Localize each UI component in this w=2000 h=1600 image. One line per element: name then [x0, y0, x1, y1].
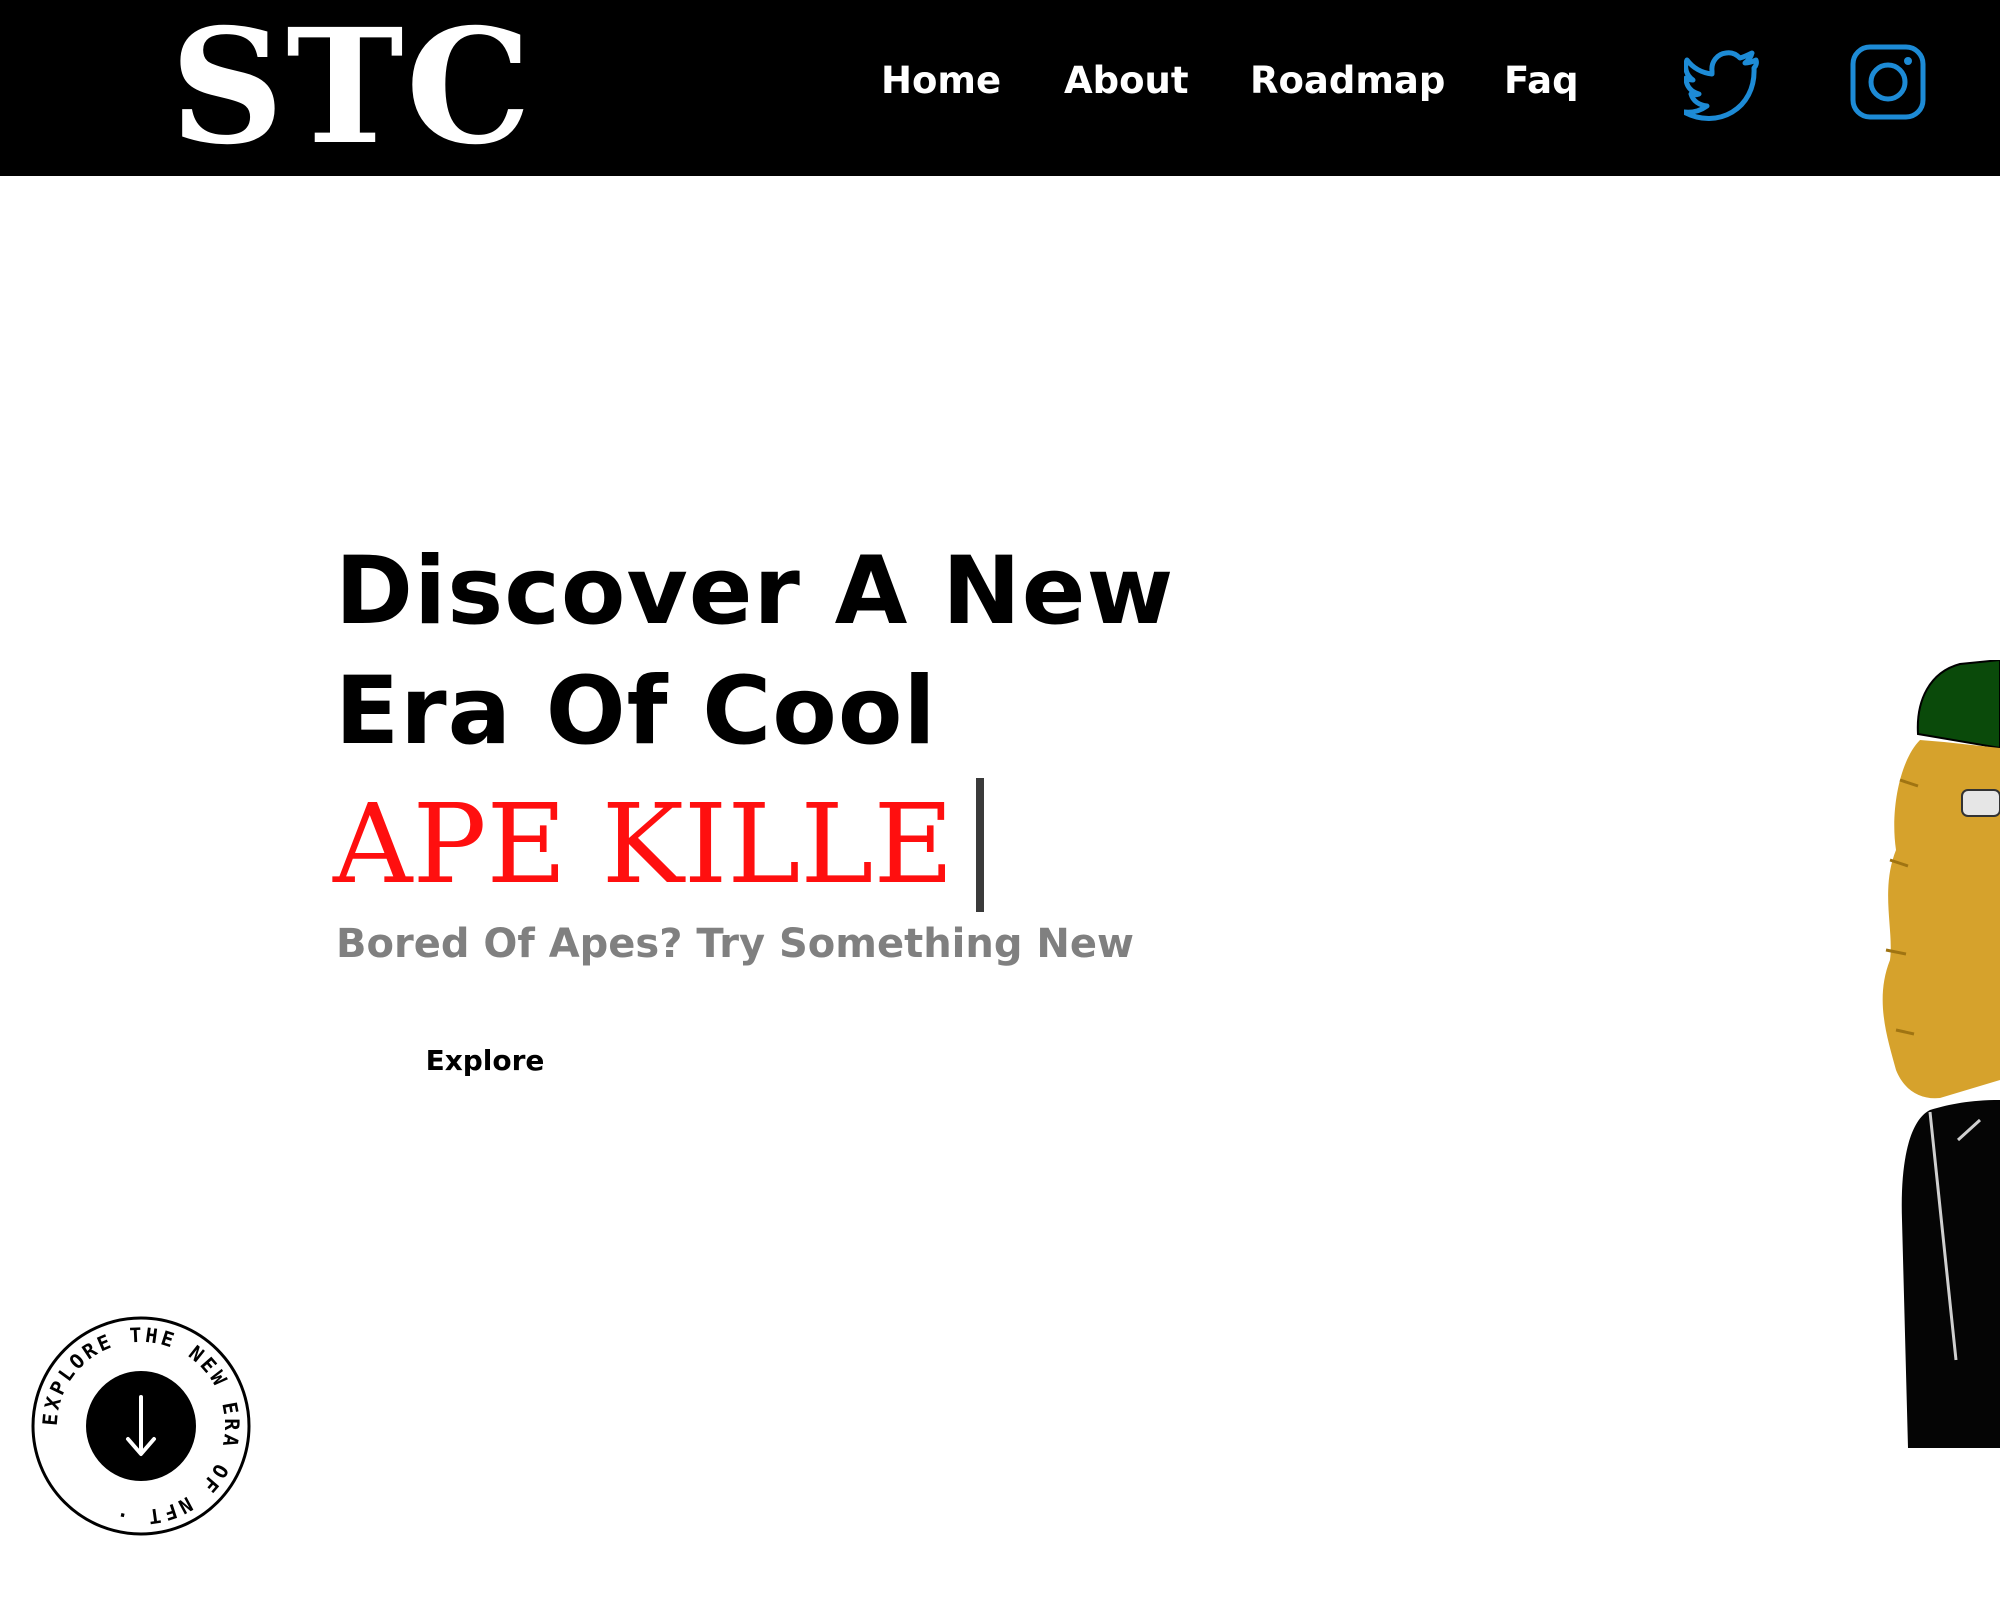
nav-link-faq[interactable]: Faq: [1504, 56, 1579, 106]
instagram-icon[interactable]: [1848, 42, 1928, 122]
ape-character-illustration: [1882, 660, 2000, 1448]
site-logo[interactable]: STC: [170, 8, 533, 168]
hero-subtitle: Bored Of Apes? Try Something New: [336, 921, 1134, 967]
explore-scroll-badge[interactable]: EXPLORE THE NEW ERA OF NFT ·: [30, 1315, 252, 1537]
typed-headline: APE KILLE: [333, 774, 984, 914]
nav-link-roadmap[interactable]: Roadmap: [1250, 56, 1445, 106]
typed-text: APE KILLE: [333, 780, 954, 908]
site-header: STC Home About Roadmap Faq: [0, 0, 2000, 176]
twitter-icon[interactable]: [1684, 42, 1764, 122]
hero-headline-line-1: Discover A New: [335, 537, 1175, 646]
explore-button[interactable]: Explore: [370, 1032, 600, 1088]
typing-caret: [975, 778, 984, 912]
nav-link-home[interactable]: Home: [881, 56, 1001, 106]
nav-link-about[interactable]: About: [1064, 56, 1189, 106]
hero-headline-line-2: Era Of Cool: [335, 657, 937, 766]
